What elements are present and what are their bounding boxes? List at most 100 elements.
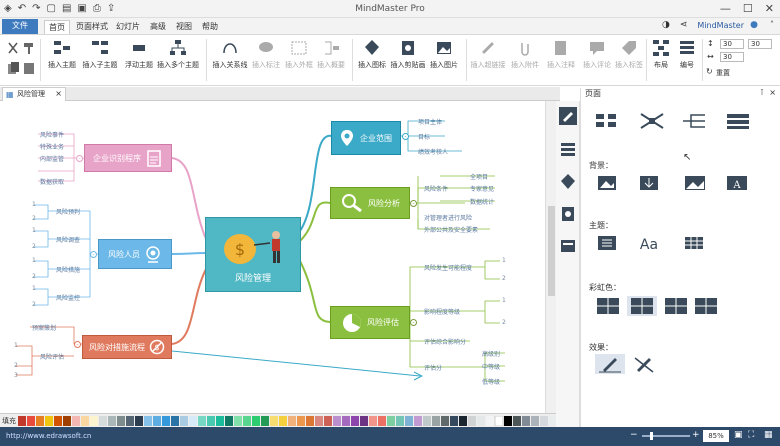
mindmap-canvas[interactable]: $ 风险管理 企业识别程序 风险人员 风险对措施流程 $ 企业范围 风险分析 风… [0, 101, 545, 413]
website-link[interactable]: http://www.edrawsoft.cn [6, 432, 91, 440]
tab-slides[interactable]: 幻灯片 [112, 20, 144, 34]
numbering-button[interactable]: 编号 [674, 39, 700, 70]
watermark-icon[interactable]: A [725, 174, 751, 192]
rainbow-option-1[interactable] [595, 296, 621, 316]
topic-risk-response-process[interactable]: 风险对措施流程 $ [82, 335, 172, 359]
minimize-icon[interactable]: — [720, 2, 731, 15]
task-tab-icon[interactable] [559, 237, 577, 255]
leaf[interactable]: 全项目 [470, 172, 488, 181]
document-tab[interactable]: ▦ 风险管理 × [2, 87, 66, 101]
reset-label[interactable]: 重置 [716, 68, 730, 78]
collapse-button[interactable]: - [74, 341, 81, 348]
pin-icon[interactable]: ⊺ [760, 88, 764, 97]
collapse-button[interactable]: - [410, 200, 417, 207]
collapse-button[interactable]: - [402, 133, 409, 140]
page-view-icon[interactable]: ▦ [764, 430, 773, 440]
panel-close-icon[interactable]: × [769, 88, 776, 97]
tab-home[interactable]: 首页 [44, 20, 70, 34]
topic-enterprise-identification[interactable]: 企业识别程序 [84, 144, 172, 172]
insert-callout-button[interactable]: 插入标注 [250, 39, 282, 70]
leaf[interactable]: 对管理者进行风险 [424, 213, 472, 222]
insert-attachment-button[interactable]: 插入附件 [508, 39, 542, 70]
user-avatar-icon[interactable]: ● [750, 20, 758, 30]
theme-font-icon[interactable]: Aa [639, 234, 665, 252]
spacing-input-1[interactable]: 30 [720, 39, 744, 49]
share-icon[interactable]: ⋖ [680, 20, 688, 30]
icon-library-tab-icon[interactable] [559, 173, 577, 191]
background-image-icon[interactable] [639, 174, 665, 192]
page-format-tab-icon[interactable] [559, 107, 577, 125]
cut-icon[interactable] [6, 41, 20, 55]
tab-page-style[interactable]: 页面样式 [72, 20, 112, 34]
insert-multiple-topics-button[interactable]: 插入多个主题 [156, 39, 200, 70]
center-topic[interactable]: $ 风险管理 [205, 217, 301, 292]
user-name[interactable]: MindMaster [697, 21, 744, 30]
layout-map-icon[interactable] [595, 112, 621, 130]
paste-icon[interactable] [22, 61, 36, 75]
spacing-input-2[interactable]: 30 [720, 52, 744, 62]
background-color-icon[interactable] [597, 174, 623, 192]
leaf[interactable]: 评估分 [424, 363, 442, 372]
collapse-button[interactable]: - [410, 319, 417, 326]
topic-risk-assessment[interactable]: 风险评估 [330, 306, 410, 339]
zoom-slider[interactable] [642, 432, 690, 440]
leaf[interactable]: 外部公共及安全要素 [424, 225, 478, 234]
leaf[interactable]: 内部监管 [40, 154, 64, 163]
layout-button[interactable]: 布局 [648, 39, 674, 70]
leaf[interactable]: 风险措施 [56, 265, 80, 274]
leaf[interactable]: 绩效考核人 [418, 147, 448, 156]
insert-subtopic-button[interactable]: 插入子主题 [80, 39, 120, 70]
theme-style-icon[interactable] [597, 234, 623, 252]
leaf[interactable]: 风险监控 [56, 293, 80, 302]
leaf[interactable]: 项目主体 [418, 117, 442, 126]
format-painter-icon[interactable] [22, 41, 36, 55]
theme-icon[interactable]: ◑ [662, 20, 670, 30]
zoom-out-icon[interactable]: − [630, 430, 638, 440]
insert-note-button[interactable]: 插入注释 [544, 39, 578, 70]
leaf[interactable]: 目标 [418, 132, 430, 141]
tab-file[interactable]: 文件 [2, 19, 38, 34]
insert-clipart-button[interactable]: 插入剪贴画 [390, 39, 426, 70]
leaf[interactable]: 专家意见 [470, 184, 494, 193]
layout-tree-icon[interactable] [681, 112, 707, 130]
topic-risk-analysis[interactable]: 风险分析 [330, 187, 410, 219]
leaf[interactable]: 中等级 [482, 362, 500, 371]
insert-summary-button[interactable]: 插入概要 [316, 39, 346, 70]
tab-view[interactable]: 视图 [172, 20, 196, 34]
leaf[interactable]: 特殊业务 [40, 142, 64, 151]
outline-tab-icon[interactable] [559, 141, 577, 159]
insert-boundary-button[interactable]: 插入外框 [284, 39, 314, 70]
insert-comment-button[interactable]: 插入评论 [580, 39, 614, 70]
insert-topic-button[interactable]: 插入主题 [44, 39, 80, 70]
no-effect-icon[interactable] [631, 354, 657, 374]
zoom-level[interactable]: 85% [703, 430, 729, 442]
background-picture-icon[interactable] [683, 174, 709, 192]
rainbow-option-4[interactable] [693, 296, 719, 316]
leaf[interactable]: 风险调查 [56, 235, 80, 244]
zoom-slider-thumb[interactable] [650, 432, 653, 440]
tab-advanced[interactable]: 高级 [146, 20, 170, 34]
close-tab-icon[interactable]: × [55, 88, 62, 100]
leaf[interactable]: 风险发生可能程度 [424, 263, 472, 272]
leaf[interactable]: 预案策划 [32, 323, 56, 332]
fit-page-icon[interactable]: ▣ [734, 430, 743, 440]
leaf[interactable]: 风险预判 [56, 207, 80, 216]
leaf[interactable]: 影响程度等级 [424, 307, 460, 316]
insert-icon-button[interactable]: 插入图标 [356, 39, 388, 70]
copy-icon[interactable] [6, 61, 20, 75]
floating-topic-button[interactable]: 浮动主题 [122, 39, 156, 70]
collapse-button[interactable]: - [90, 251, 97, 258]
layout-list-icon[interactable] [725, 112, 751, 130]
close-icon[interactable]: ✕ [765, 2, 774, 15]
topic-enterprise-scope[interactable]: 企业范围 [331, 121, 401, 155]
insert-relationship-button[interactable]: 插入关系线 [210, 39, 250, 70]
leaf[interactable]: 风险条件 [424, 184, 448, 193]
color-swatches[interactable] [18, 416, 558, 426]
leaf[interactable]: 风险事件 [40, 130, 64, 139]
maximize-icon[interactable]: ☐ [743, 2, 753, 15]
leaf[interactable]: 低等级 [482, 377, 500, 386]
scrollbar-thumb[interactable] [548, 206, 555, 296]
rainbow-option-2[interactable] [627, 296, 657, 316]
fullscreen-icon[interactable]: ⛶ [748, 430, 754, 440]
topic-risk-personnel[interactable]: 风险人员 [98, 239, 172, 269]
